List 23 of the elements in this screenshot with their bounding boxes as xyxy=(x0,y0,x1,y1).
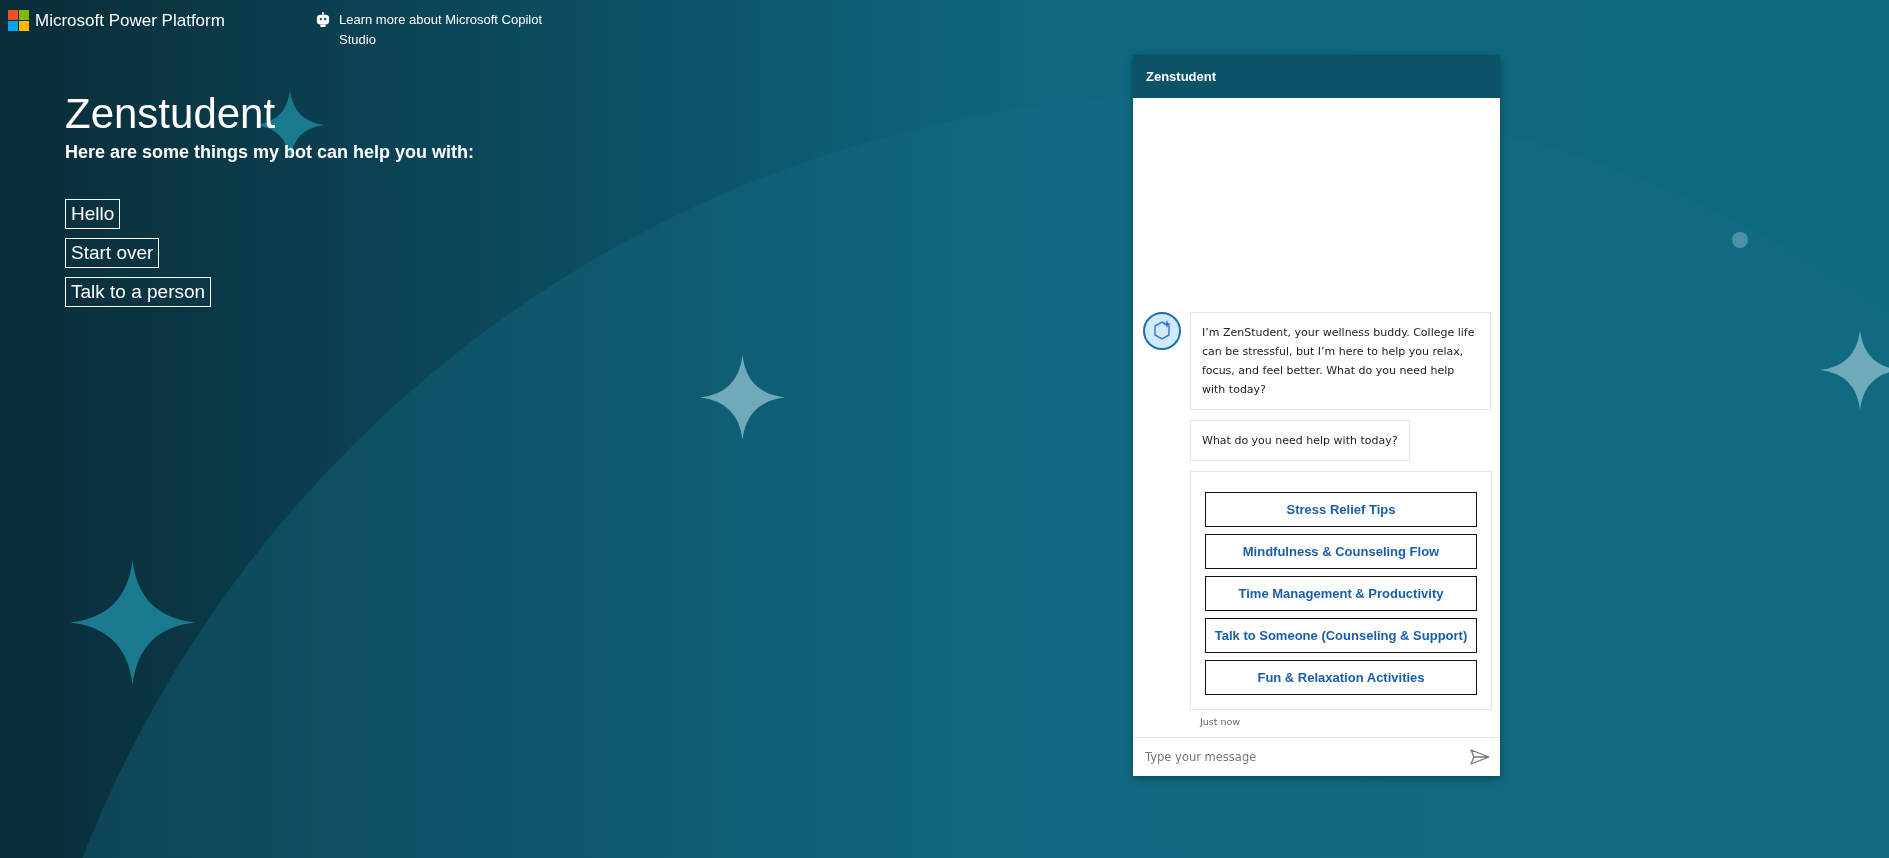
microsoft-logo-icon xyxy=(8,10,29,31)
message-bubble: I’m ZenStudent, your wellness buddy. College life can be stressful, but I’m here to help you relax, focus, and feel better. What do you need help with today? xyxy=(1190,312,1491,410)
timestamp: Just now xyxy=(1198,716,1242,727)
action-button[interactable]: Stress Relief Tips xyxy=(1205,492,1477,527)
action-button[interactable]: Fun & Relaxation Activities xyxy=(1205,660,1477,695)
robot-icon xyxy=(316,12,330,28)
sparkle-icon xyxy=(700,355,785,440)
dot-icon xyxy=(1732,232,1748,248)
action-button[interactable]: Time Management & Productivity xyxy=(1205,576,1477,611)
action-button[interactable]: Talk to Someone (Counseling & Support) xyxy=(1205,618,1477,653)
brand-name: Microsoft Power Platform xyxy=(35,10,225,31)
send-icon[interactable] xyxy=(1470,749,1490,765)
sparkle-icon xyxy=(70,560,195,685)
learn-more-link[interactable]: Learn more about Microsoft Copilot Studio xyxy=(339,10,569,50)
bot-title: Zenstudent xyxy=(65,90,276,138)
bot-subtitle: Here are some things my bot can help you with: xyxy=(65,142,476,163)
chat-title: Zenstudent xyxy=(1146,69,1217,84)
suggestion-button[interactable]: Start over xyxy=(65,238,160,268)
suggestion-button[interactable]: Hello xyxy=(65,199,121,229)
suggestion-button[interactable]: Talk to a person xyxy=(65,277,212,307)
sparkle-icon xyxy=(1820,330,1889,410)
action-button[interactable]: Mindfulness & Counseling Flow xyxy=(1205,534,1477,569)
message-bubble: What do you need help with today? xyxy=(1190,420,1410,461)
